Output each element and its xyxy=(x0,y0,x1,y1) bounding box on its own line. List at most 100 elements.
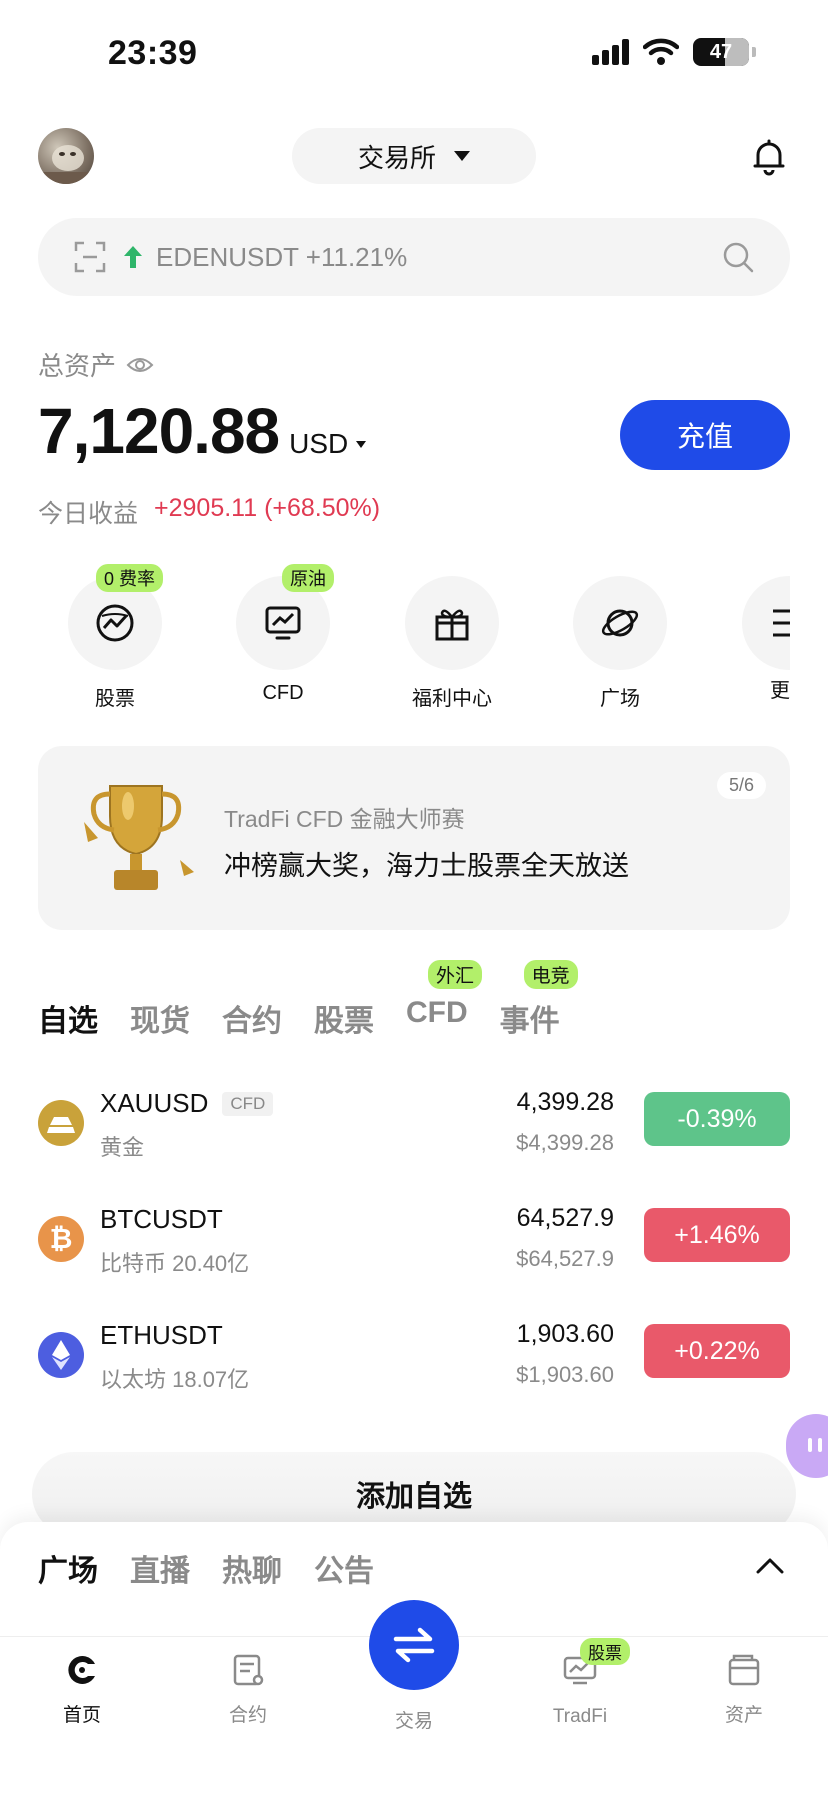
deposit-button[interactable]: 充值 xyxy=(620,400,790,470)
quick-action-label: 股票 xyxy=(95,688,135,710)
market-price-usd: $4,399.28 xyxy=(516,1130,614,1155)
currency-label: USD xyxy=(289,428,349,459)
tab-events-label: 事件 xyxy=(499,1005,560,1038)
total-assets-text: 总资产 xyxy=(38,351,117,381)
nav-contract[interactable]: 合约 xyxy=(188,1652,308,1727)
nav-assets[interactable]: 资产 xyxy=(684,1652,804,1727)
tab-stocks[interactable]: 股票 xyxy=(314,996,374,1040)
tab-cfd-label: CFD xyxy=(406,996,468,1029)
status-icons: 47 xyxy=(592,38,756,66)
symbol-text: XAUUSD xyxy=(100,1088,209,1118)
total-assets-label: 总资产 xyxy=(38,346,154,383)
search-ticker-text: EDENUSDT +11.21% xyxy=(156,241,408,272)
market-symbol: XAUUSD CFD xyxy=(100,1088,274,1119)
tab-announcements[interactable]: 公告 xyxy=(314,1546,374,1590)
today-pnl-value: +2905.11 (+68.50%) xyxy=(154,494,381,522)
quick-action-label: 福利中心 xyxy=(412,688,492,710)
market-symbol: BTCUSDT xyxy=(100,1204,223,1235)
nav-tradfi[interactable]: 股票 TradFi xyxy=(520,1638,640,1728)
change-badge[interactable]: +0.22% xyxy=(644,1324,790,1378)
change-badge[interactable]: +1.46% xyxy=(644,1208,790,1262)
banner-page-indicator: 5/6 xyxy=(716,772,766,799)
quick-action-rewards[interactable]: 福利中心 xyxy=(405,576,499,711)
market-row-xauusd[interactable]: XAUUSD CFD 黄金 4,399.28 $4,399.28 -0.39% xyxy=(38,1088,790,1168)
market-price-usd: $64,527.9 xyxy=(516,1246,614,1271)
tab-hot-chat[interactable]: 热聊 xyxy=(222,1546,282,1590)
quick-action-square[interactable]: 广场 xyxy=(573,576,667,711)
bell-icon[interactable] xyxy=(752,138,786,176)
market-symbol: ETHUSDT xyxy=(100,1320,223,1351)
symbol-text: ETHUSDT xyxy=(100,1320,223,1350)
today-pnl-label: 今日收益 xyxy=(38,500,139,528)
stocks-tag: 股票 xyxy=(580,1638,630,1665)
tab-cfd[interactable]: CFD 外汇 xyxy=(406,960,483,1040)
avatar[interactable] xyxy=(38,128,94,184)
market-name: 比特币 20.40亿 xyxy=(100,1251,250,1276)
market-price: 1,903.60 xyxy=(516,1320,614,1348)
tab-favorites[interactable]: 自选 xyxy=(38,996,98,1040)
market-price-usd: $1,903.60 xyxy=(516,1362,614,1387)
nav-label: 合约 xyxy=(228,1705,267,1726)
quick-action-stocks[interactable]: 0 费率 股票 xyxy=(68,564,164,711)
currency-selector[interactable]: USD xyxy=(289,428,367,460)
zero-fee-tag: 0 费率 xyxy=(96,564,164,592)
trophy-icon xyxy=(84,785,194,890)
market-price: 64,527.9 xyxy=(516,1204,614,1232)
nav-trade[interactable]: 交易 xyxy=(354,1652,474,1733)
cellular-signal-icon xyxy=(592,39,629,65)
feed-tabs: 广场 直播 热聊 公告 xyxy=(38,1546,374,1590)
search-bar[interactable]: EDENUSDT +11.21% xyxy=(38,218,790,296)
banner-subtitle: TradFi CFD 金融大师赛 xyxy=(224,806,465,832)
exchange-selector[interactable]: 交易所 xyxy=(292,128,536,184)
wallet-icon xyxy=(728,1654,760,1686)
trend-up-arrow-icon xyxy=(124,246,142,268)
promo-banner[interactable]: 5/6 TradFi CFD 金融大师赛 冲榜赢大奖，海力士股票全天放送 xyxy=(38,746,790,930)
change-badge[interactable]: -0.39% xyxy=(644,1092,790,1146)
status-time: 23:39 xyxy=(108,34,198,72)
market-name: 黄金 xyxy=(100,1135,145,1160)
today-pnl: 今日收益 +2905.11 (+68.50%) xyxy=(38,494,380,530)
symbol-text: BTCUSDT xyxy=(100,1204,223,1234)
wifi-icon xyxy=(643,38,679,65)
avatar-cat-image xyxy=(42,145,90,184)
globe-chart-icon xyxy=(96,604,134,642)
eye-icon[interactable] xyxy=(126,355,154,375)
exchange-label: 交易所 xyxy=(357,142,436,173)
nav-label: 资产 xyxy=(724,1705,763,1726)
nav-label: 交易 xyxy=(394,1711,433,1732)
gold-icon xyxy=(38,1100,84,1146)
search-icon[interactable] xyxy=(722,241,754,273)
tab-futures[interactable]: 合约 xyxy=(222,996,282,1040)
chevron-up-icon[interactable] xyxy=(756,1556,784,1574)
nav-label: TradFi xyxy=(552,1706,608,1727)
market-price: 4,399.28 xyxy=(516,1088,614,1116)
tab-live[interactable]: 直播 xyxy=(130,1546,190,1590)
chat-bubble-icon[interactable] xyxy=(786,1414,828,1478)
quick-action-cfd[interactable]: 原油 CFD xyxy=(236,564,334,705)
quick-action-label: 更 xyxy=(770,680,790,702)
caret-down-icon xyxy=(356,440,367,448)
nav-label: 首页 xyxy=(62,1705,101,1726)
battery-level: 47 xyxy=(709,40,733,63)
scan-icon[interactable] xyxy=(74,241,106,273)
caret-down-icon xyxy=(454,151,470,161)
bitcoin-icon: ₿ xyxy=(38,1216,84,1262)
forex-tag: 外汇 xyxy=(428,960,483,989)
market-row-ethusdt[interactable]: ETHUSDT 以太坊 18.07亿 1,903.60 $1,903.60 +0… xyxy=(38,1320,790,1400)
tab-events[interactable]: 事件 电竞 xyxy=(499,960,578,1040)
market-row-btcusdt[interactable]: ₿ BTCUSDT 比特币 20.40亿 64,527.9 $64,527.9 … xyxy=(38,1204,790,1284)
nav-home[interactable]: 首页 xyxy=(22,1652,142,1727)
tab-spot[interactable]: 现货 xyxy=(130,996,190,1040)
quick-action-label: 广场 xyxy=(600,688,640,710)
total-assets-value: 7,120.88 USD xyxy=(38,394,367,468)
quick-action-more[interactable]: 更 xyxy=(742,576,790,716)
asset-amount: 7,120.88 xyxy=(38,395,280,467)
banner-title: 冲榜赢大奖，海力士股票全天放送 xyxy=(224,851,629,881)
planet-icon xyxy=(601,609,639,637)
quick-action-label: CFD xyxy=(262,682,304,704)
crude-oil-tag: 原油 xyxy=(282,564,334,592)
cfd-badge: CFD xyxy=(222,1091,274,1116)
market-name: 以太坊 18.07亿 xyxy=(100,1367,250,1392)
ethereum-icon xyxy=(38,1332,84,1378)
tab-square[interactable]: 广场 xyxy=(38,1546,98,1590)
